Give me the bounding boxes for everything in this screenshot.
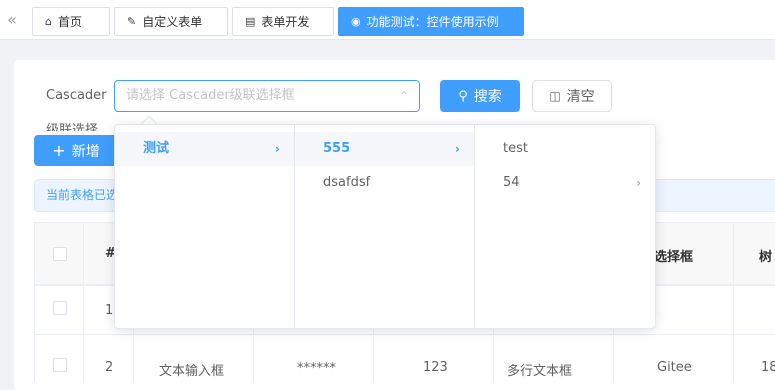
cascader-menu-level-3: test 54 › <box>475 125 655 328</box>
search-button[interactable]: ⚲ 搜索 <box>440 80 520 112</box>
search-icon: ⚲ <box>458 88 468 104</box>
plus-icon: + <box>52 141 66 160</box>
clear-button-label: 清空 <box>566 89 595 105</box>
chevron-up-icon: ⌃ <box>398 89 409 103</box>
alert-text: 当前表格已选 <box>46 188 119 202</box>
collapse-icon[interactable]: « <box>2 10 22 30</box>
chevron-right-icon: › <box>636 176 641 190</box>
cell-password: ****** <box>297 361 336 376</box>
header-tree: 树 <box>759 250 773 265</box>
trash-icon: ◫ <box>549 89 561 103</box>
cell-number: 123 <box>423 360 448 375</box>
cascader-option[interactable]: dsafdsf <box>295 166 474 200</box>
chevron-right-icon: › <box>455 142 460 156</box>
row-index: 1 <box>105 303 114 318</box>
chevron-right-icon: › <box>275 142 280 156</box>
tab-form-dev[interactable]: ▤ 表单开发 <box>232 7 334 36</box>
option-label: 555 <box>323 141 351 156</box>
option-label: dsafdsf <box>323 175 371 190</box>
cascader-label-2: 级联选择 <box>46 123 99 131</box>
cascader-menu-level-2: 555 › dsafdsf <box>295 125 475 328</box>
cascader-menu-level-1: 测试 › <box>115 125 295 328</box>
option-label: 测试 <box>143 141 170 156</box>
cascader-option[interactable]: 测试 › <box>115 132 294 166</box>
cell-select: Gitee <box>657 360 692 375</box>
home-icon: ⌂ <box>45 15 52 28</box>
option-label: test <box>503 141 528 156</box>
cascader-option[interactable]: 54 › <box>475 166 655 200</box>
row-index: 2 <box>105 360 114 375</box>
cascader-dropdown: 测试 › 555 › dsafdsf test 54 › <box>114 124 656 329</box>
row-checkbox[interactable] <box>53 301 67 315</box>
select-all-checkbox[interactable] <box>53 247 67 261</box>
tab-custom-form[interactable]: ✎ 自定义表单 <box>114 7 228 36</box>
clear-button[interactable]: ◫ 清空 <box>532 80 612 112</box>
cell-tree: 1831 <box>761 360 775 375</box>
tab-function-test[interactable]: ◉ 功能测试：控件使用示例 <box>338 7 524 36</box>
cascader-option[interactable]: 555 › <box>295 132 474 166</box>
tab-label: 首页 <box>57 15 82 29</box>
cascader-option[interactable]: test <box>475 132 655 166</box>
cascader-label: Cascader <box>46 88 107 103</box>
tab-label: 自定义表单 <box>142 15 203 29</box>
add-button[interactable]: + 新增 <box>34 135 118 166</box>
tab-home[interactable]: ⌂ 首页 <box>32 7 110 36</box>
add-button-label: 新增 <box>71 143 100 160</box>
edit-icon: ✎ <box>127 15 137 28</box>
search-button-label: 搜索 <box>473 89 502 105</box>
tab-label: 功能测试：控件使用示例 <box>366 15 499 29</box>
cascader-input[interactable]: 请选择 Cascader级联选择框 ⌃ <box>114 80 420 112</box>
cascader-placeholder: 请选择 Cascader级联选择框 <box>126 88 295 103</box>
form-icon: ▤ <box>245 15 256 28</box>
option-label: 54 <box>503 175 520 190</box>
eye-icon: ◉ <box>351 15 361 28</box>
tab-bar: « ⌂ 首页 ✎ 自定义表单 ▤ 表单开发 ◉ 功能测试：控件使用示例 <box>0 0 775 40</box>
tab-label: 表单开发 <box>261 15 310 29</box>
